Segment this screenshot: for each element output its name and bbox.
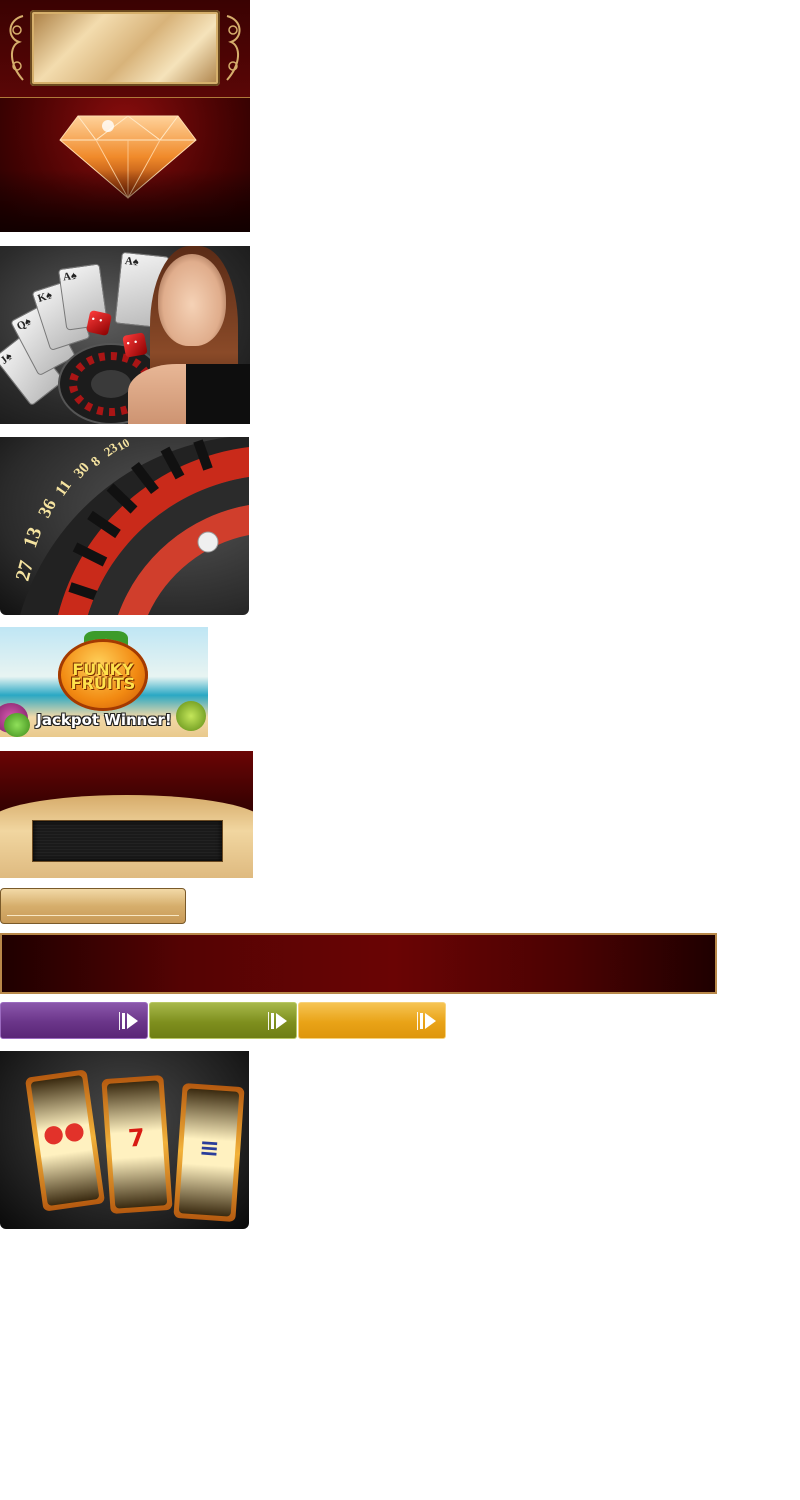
diamond-plaque-banner [0,0,250,232]
jackpot-display-panel [0,751,253,878]
roulette-number: 8 [89,454,104,470]
red-header-bar [0,933,717,994]
seven-icon: 7 [127,1123,146,1153]
roulette-number: 36 [34,496,60,521]
dealer-face [158,254,226,346]
play-button-green[interactable] [149,1002,297,1039]
slot-machine-banner: ●● 7 ≡ [0,1051,249,1229]
bar-icon: ≡ [198,1133,221,1163]
gold-button[interactable] [0,888,186,924]
card-rank: Q [14,318,29,333]
funky-fruits-jackpot-banner[interactable]: FUNKY FRUITS Jackpot Winner! [0,627,208,737]
logo-line-2: FRUITS [70,674,136,693]
gold-plaque [30,10,220,86]
jackpot-caption: Jackpot Winner! [36,711,172,729]
die-icon [122,332,148,358]
roulette-ball-icon [197,531,219,553]
diamond-floor-shadow [0,170,250,232]
slot-reel: ●● [24,1069,106,1212]
card-rank: J [0,354,11,367]
play-button-orange[interactable] [298,1002,446,1039]
die-icon [85,309,113,337]
jackpot-screen [32,820,223,862]
live-dealer-banner: J♠ Q♠ K♠ A♠ A♠ [0,246,250,424]
roulette-number: 11 [52,477,75,499]
funky-fruits-logo-text: FUNKY FRUITS [58,662,148,693]
dealer-dress [186,364,250,424]
gold-button-highlight [7,915,179,916]
play-arrow-icon [119,1010,141,1032]
card-rank: A [124,255,134,268]
roulette-number: 13 [19,524,47,550]
card-rank: A [62,270,72,284]
roulette-number: 30 [71,460,93,482]
flourish-right-icon [226,15,241,81]
slot-reel: 7 [101,1075,173,1214]
play-arrow-icon [417,1010,439,1032]
flourish-left-icon [9,15,24,81]
card-rank: K [36,290,49,306]
play-button-purple[interactable] [0,1002,148,1039]
slot-reel: ≡ [173,1083,245,1222]
roulette-banner: 27 13 36 11 30 8 23 10 [0,437,249,615]
cherry-icon: ●● [41,1115,87,1149]
roulette-wheel-icon: 27 13 36 11 30 8 23 10 [12,437,249,615]
play-arrow-icon [268,1010,290,1032]
